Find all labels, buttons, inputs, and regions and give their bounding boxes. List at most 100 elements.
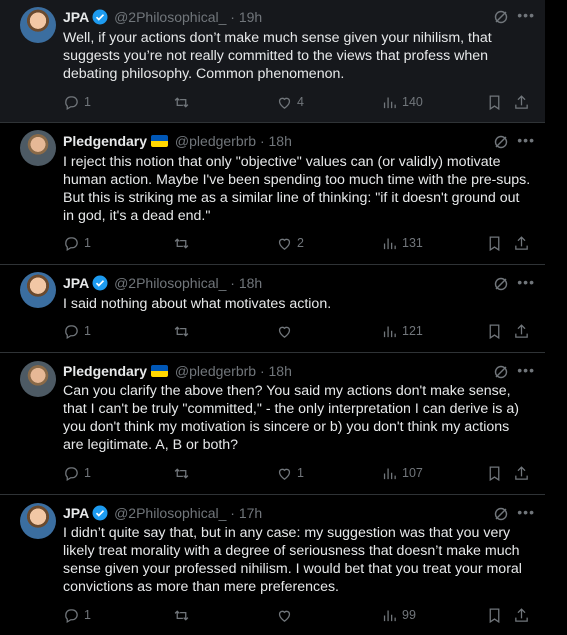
retweet-icon: [174, 325, 189, 337]
like-button[interactable]: [276, 605, 297, 625]
reply-button[interactable]: 1: [63, 92, 91, 112]
tweet[interactable]: JPA @2Philosophical_ · 19h ••• Well, if …: [0, 0, 545, 123]
ukraine-flag-icon: [151, 365, 169, 377]
like-button[interactable]: 4: [276, 92, 304, 112]
views-button[interactable]: 140: [381, 92, 423, 112]
share-icon: [515, 465, 528, 480]
views-button[interactable]: 107: [381, 463, 423, 483]
action-bar: 1 99: [63, 605, 533, 625]
more-icon[interactable]: •••: [517, 132, 535, 148]
avatar[interactable]: [20, 7, 56, 43]
bookmark-button[interactable]: [486, 233, 503, 253]
share-button[interactable]: [513, 92, 530, 112]
like-icon: [278, 97, 291, 109]
verified-badge-icon: [92, 9, 108, 28]
tweet[interactable]: JPA @2Philosophical_ · 17h ••• I didn’t …: [0, 494, 545, 635]
more-icon[interactable]: •••: [517, 7, 535, 23]
like-button[interactable]: 2: [276, 233, 304, 253]
reply-icon: [65, 466, 78, 481]
like-icon: [278, 468, 291, 480]
grok-icon[interactable]: [493, 364, 509, 380]
grok-icon[interactable]: [493, 9, 509, 25]
reply-button[interactable]: 1: [63, 605, 91, 625]
display-name[interactable]: Pledgendary: [63, 133, 147, 149]
scrollbar-track[interactable]: [545, 0, 567, 635]
bookmark-button[interactable]: [486, 321, 503, 341]
share-button[interactable]: [513, 233, 530, 253]
reply-button[interactable]: 1: [63, 463, 91, 483]
share-button[interactable]: [513, 321, 530, 341]
handle[interactable]: @pledgerbrb: [175, 363, 256, 379]
bookmark-icon: [489, 94, 500, 110]
reply-count: 1: [84, 466, 91, 480]
bookmark-icon: [489, 607, 500, 623]
avatar[interactable]: [20, 503, 56, 539]
handle[interactable]: @2Philosophical_: [114, 505, 226, 521]
avatar[interactable]: [20, 272, 56, 308]
reply-count: 1: [84, 324, 91, 338]
share-button[interactable]: [513, 463, 530, 483]
retweet-button[interactable]: [173, 92, 194, 112]
like-button[interactable]: 1: [276, 463, 304, 483]
reply-icon: [65, 324, 78, 339]
tweet-header: JPA @2Philosophical_ · 17h: [63, 505, 262, 524]
views-icon: [383, 238, 396, 249]
grok-icon[interactable]: [493, 506, 509, 522]
like-count: 4: [297, 95, 304, 109]
like-icon: [278, 610, 291, 622]
tweet-header: JPA @2Philosophical_ · 19h: [63, 9, 262, 28]
grok-icon[interactable]: [493, 276, 509, 292]
reply-count: 1: [84, 95, 91, 109]
tweet[interactable]: Pledgendary @pledgerbrb · 18h ••• Can yo…: [0, 352, 545, 495]
reply-icon: [65, 95, 78, 110]
retweet-button[interactable]: [173, 233, 194, 253]
retweet-button[interactable]: [173, 463, 194, 483]
timestamp[interactable]: · 18h: [260, 133, 292, 149]
share-button[interactable]: [513, 605, 530, 625]
display-name[interactable]: JPA: [63, 505, 89, 521]
share-icon: [515, 235, 528, 250]
bookmark-button[interactable]: [486, 605, 503, 625]
timestamp[interactable]: · 18h: [230, 275, 262, 291]
bookmark-button[interactable]: [486, 92, 503, 112]
handle[interactable]: @2Philosophical_: [114, 275, 226, 291]
reply-button[interactable]: 1: [63, 233, 91, 253]
retweet-button[interactable]: [173, 605, 194, 625]
verified-badge-icon: [92, 275, 108, 294]
views-icon: [383, 610, 396, 621]
more-icon[interactable]: •••: [517, 504, 535, 520]
display-name[interactable]: JPA: [63, 9, 89, 25]
tweet-header: Pledgendary @pledgerbrb · 18h: [63, 133, 292, 149]
views-button[interactable]: 121: [381, 321, 423, 341]
display-name[interactable]: JPA: [63, 275, 89, 291]
timestamp[interactable]: · 18h: [260, 363, 292, 379]
tweet-text: Well, if your actions don’t make much se…: [63, 30, 492, 82]
grok-icon[interactable]: [493, 134, 509, 150]
more-icon[interactable]: •••: [517, 362, 535, 378]
tweet[interactable]: Pledgendary @pledgerbrb · 18h ••• I reje…: [0, 122, 545, 265]
share-icon: [515, 323, 528, 338]
views-button[interactable]: 99: [381, 605, 416, 625]
like-icon: [278, 326, 291, 338]
views-icon: [383, 97, 396, 108]
more-icon[interactable]: •••: [517, 274, 535, 290]
handle[interactable]: @pledgerbrb: [175, 133, 256, 149]
like-button[interactable]: [276, 321, 297, 341]
avatar[interactable]: [20, 361, 56, 397]
reply-button[interactable]: 1: [63, 321, 91, 341]
retweet-button[interactable]: [173, 321, 194, 341]
handle[interactable]: @2Philosophical_: [114, 9, 226, 25]
tweet[interactable]: JPA @2Philosophical_ · 18h ••• I said no…: [0, 264, 545, 353]
action-bar: 1 121: [63, 321, 533, 341]
views-count: 107: [402, 466, 423, 480]
tweet-header: Pledgendary @pledgerbrb · 18h: [63, 363, 292, 379]
timestamp[interactable]: · 19h: [230, 9, 262, 25]
views-count: 99: [402, 608, 416, 622]
display-name[interactable]: Pledgendary: [63, 363, 147, 379]
views-button[interactable]: 131: [381, 233, 423, 253]
reply-icon: [65, 236, 78, 251]
avatar[interactable]: [20, 130, 56, 166]
bookmark-button[interactable]: [486, 463, 503, 483]
tweet-text: I reject this notion that only "objectiv…: [63, 154, 531, 224]
timestamp[interactable]: · 17h: [230, 505, 262, 521]
